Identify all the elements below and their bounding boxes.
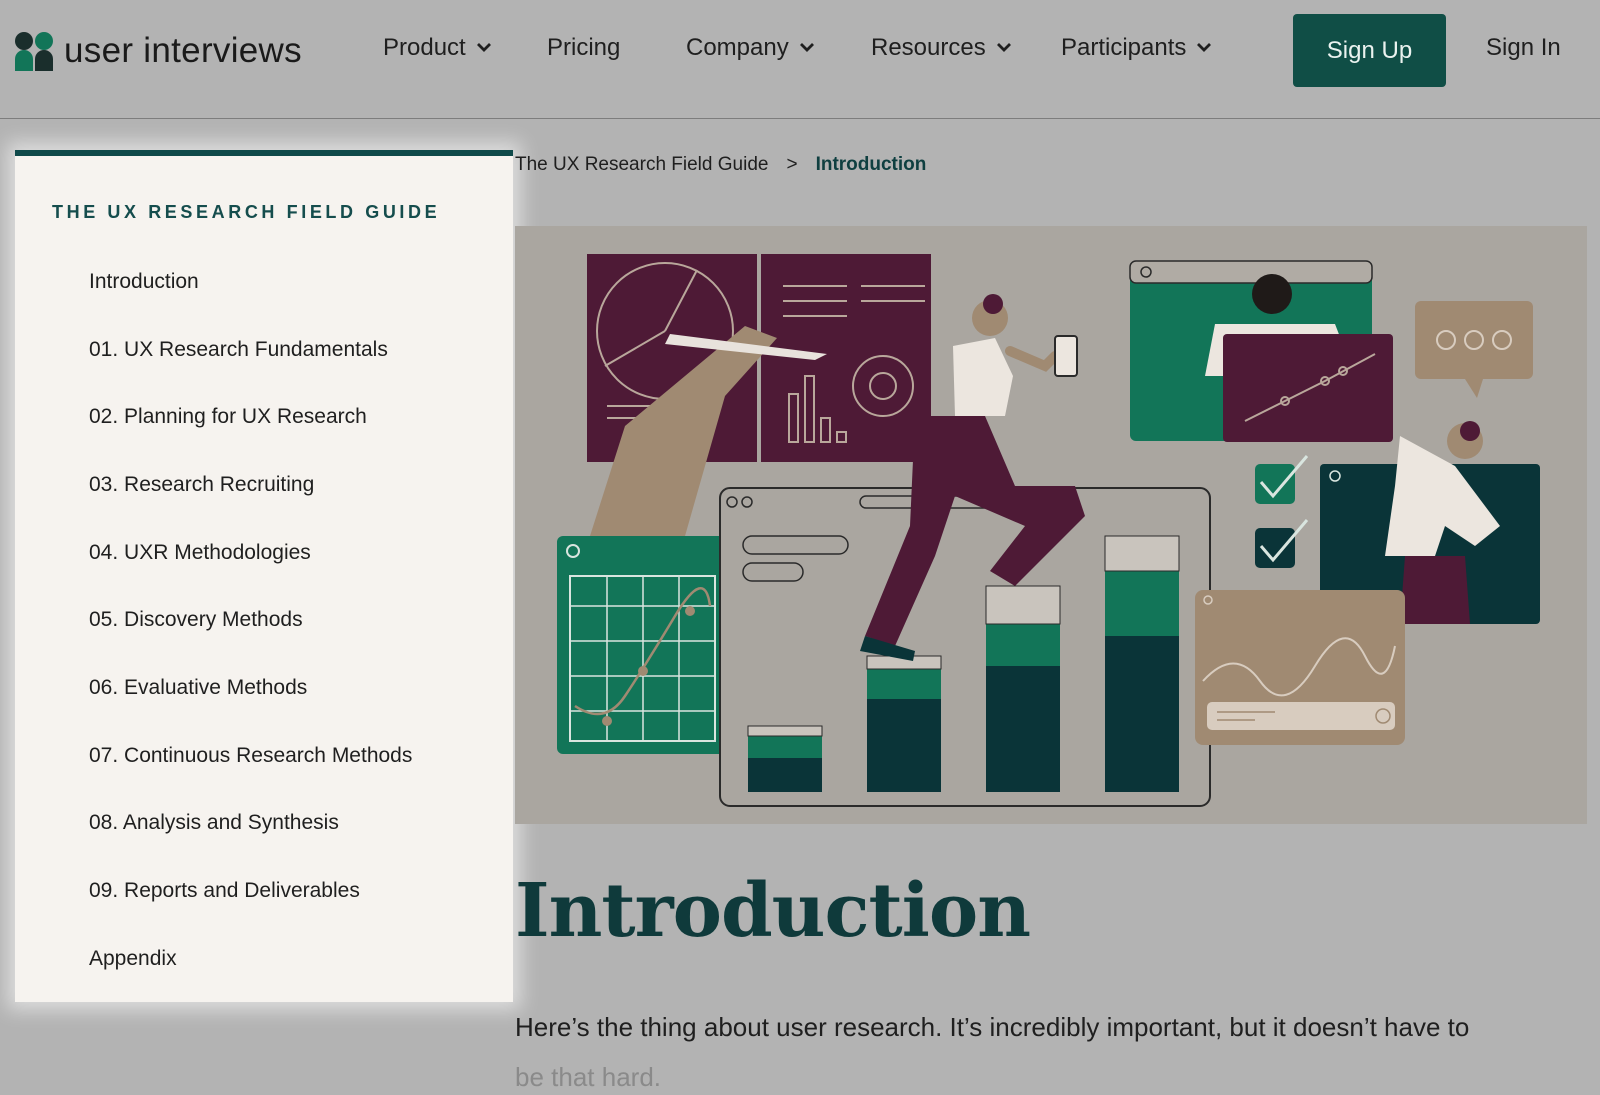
line-chart-panel-graphic: [557, 536, 725, 754]
nav-pricing[interactable]: Pricing: [547, 34, 620, 62]
breadcrumb-separator: >: [786, 154, 798, 175]
bar-chart-browser-graphic: [719, 487, 1211, 807]
checkbox-icons-graphic: [1255, 455, 1309, 568]
nav-company[interactable]: Company: [686, 34, 815, 62]
intro-text-visible: Here’s the thing about user research. It…: [515, 1012, 1470, 1042]
sidebar-chapter-list: Introduction 01. UX Research Fundamental…: [89, 248, 412, 993]
nav-product[interactable]: Product: [383, 34, 492, 62]
sidebar-item-introduction[interactable]: Introduction: [89, 248, 412, 316]
nav-product-label: Product: [383, 34, 466, 61]
sidebar-item-evaluative-methods[interactable]: 06. Evaluative Methods: [89, 654, 412, 722]
breadcrumb: The UX Research Field Guide > Introducti…: [515, 154, 926, 176]
nav-participants[interactable]: Participants: [1061, 34, 1212, 62]
page-title: Introduction: [515, 868, 1031, 954]
breadcrumb-parent-link[interactable]: The UX Research Field Guide: [515, 154, 768, 176]
sidebar-item-planning-for-ux-research[interactable]: 02. Planning for UX Research: [89, 383, 412, 451]
sidebar-item-continuous-research-methods[interactable]: 07. Continuous Research Methods: [89, 722, 412, 790]
sign-up-button[interactable]: Sign Up: [1293, 14, 1446, 87]
top-navigation-bar: user interviews Product Pricing Company …: [0, 0, 1600, 119]
sidebar-item-discovery-methods[interactable]: 05. Discovery Methods: [89, 586, 412, 654]
sidebar-title: THE UX RESEARCH FIELD GUIDE: [52, 202, 441, 222]
intro-text-faded: be that hard.: [515, 1062, 661, 1092]
brand-name: user interviews: [64, 31, 302, 70]
nav-participants-label: Participants: [1061, 34, 1187, 61]
breadcrumb-current: Introduction: [815, 154, 927, 175]
chevron-down-icon: [996, 43, 1011, 52]
sidebar-item-uxr-methodologies[interactable]: 04. UXR Methodologies: [89, 519, 412, 587]
ux-research-illustration: [557, 254, 1540, 807]
chevron-down-icon: [476, 43, 491, 52]
sign-in-link[interactable]: Sign In: [1486, 34, 1561, 62]
brand-logo[interactable]: user interviews: [14, 31, 302, 71]
nav-company-label: Company: [686, 34, 789, 61]
chevron-down-icon: [1197, 43, 1212, 52]
sidebar-item-reports-and-deliverables[interactable]: 09. Reports and Deliverables: [89, 857, 412, 925]
field-guide-sidebar: THE UX RESEARCH FIELD GUIDE Introduction…: [15, 150, 513, 1002]
presenter-window-graphic: [1129, 260, 1393, 442]
nav-resources[interactable]: Resources: [871, 34, 1012, 62]
chevron-down-icon: [799, 43, 814, 52]
intro-paragraph: Here’s the thing about user research. It…: [515, 1002, 1575, 1095]
sidebar-item-appendix[interactable]: Appendix: [89, 925, 412, 993]
sidebar-item-analysis-and-synthesis[interactable]: 08. Analysis and Synthesis: [89, 790, 412, 858]
speech-bubble-graphic: [1415, 301, 1533, 398]
waveform-card-graphic: [1195, 590, 1405, 745]
hero-illustration: [515, 226, 1587, 824]
sidebar-item-research-recruiting[interactable]: 03. Research Recruiting: [89, 451, 412, 519]
user-interviews-logo-icon: [14, 31, 54, 71]
sidebar-item-ux-research-fundamentals[interactable]: 01. UX Research Fundamentals: [89, 316, 412, 384]
nav-resources-label: Resources: [871, 34, 986, 61]
nav-pricing-label: Pricing: [547, 34, 621, 61]
